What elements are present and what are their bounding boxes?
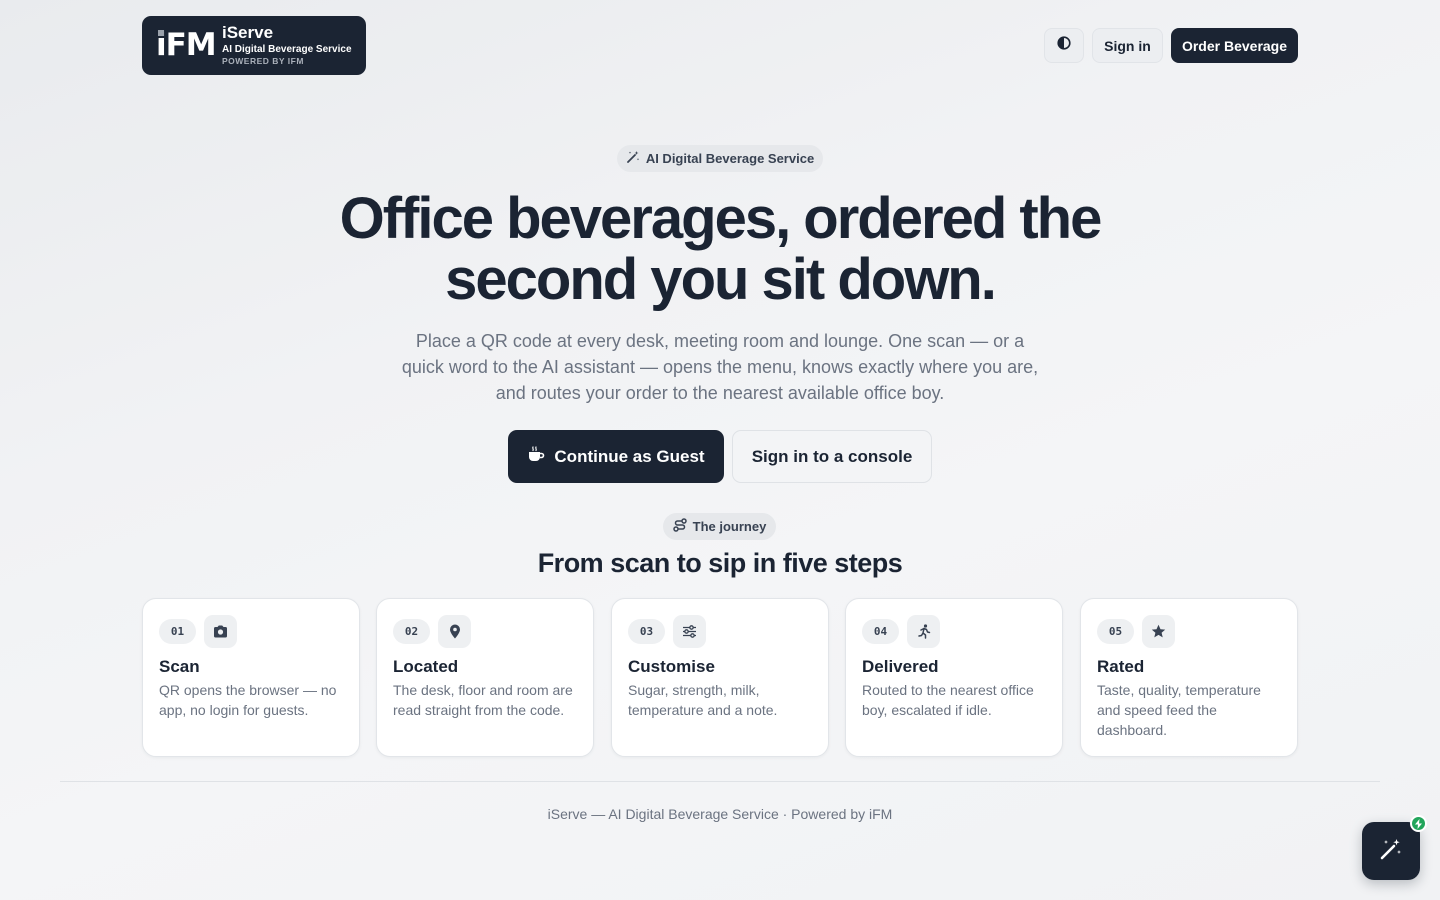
ifm-logo-mark: iFM (156, 27, 217, 63)
steps-list: 01 Scan QR opens the browser — no app, n… (142, 598, 1298, 757)
step-card-rated: 05 Rated Taste, quality, temperature and… (1080, 598, 1298, 757)
step-number: 05 (1097, 619, 1134, 644)
hero-title-line-1: Office beverages, ordered the (339, 186, 1103, 251)
ai-assistant-button[interactable] (1362, 815, 1427, 880)
step-card-delivered: 04 Delivered Routed to the nearest offic… (845, 598, 1063, 757)
logo-text: iServe AI Digital Beverage Service POWER… (222, 23, 352, 66)
step-card-customise: 03 Customise Sugar, strength, milk, temp… (611, 598, 829, 757)
map-pin-icon (438, 615, 471, 648)
theme-toggle-button[interactable] (1044, 28, 1084, 63)
step-title: Located (393, 657, 459, 676)
brand-logo[interactable]: iFM iServe AI Digital Beverage Service P… (142, 16, 366, 75)
step-title: Rated (1097, 657, 1145, 676)
step-description: QR opens the browser — no app, no login … (159, 682, 337, 718)
logo-powered-by: POWERED BY IFM (222, 56, 304, 66)
coffee-cup-icon (527, 446, 545, 467)
logo-subtitle: AI Digital Beverage Service (222, 44, 352, 55)
step-description: Taste, quality, temperature and speed fe… (1097, 682, 1261, 738)
magic-wand-icon (626, 150, 640, 167)
sliders-icon (673, 615, 706, 648)
order-beverage-button[interactable]: Order Beverage (1171, 28, 1298, 63)
running-person-icon (907, 615, 940, 648)
lightning-icon (1410, 815, 1427, 832)
magic-wand-icon (1379, 837, 1403, 866)
footer-text: iServe — AI Digital Beverage Service · P… (547, 806, 893, 822)
hero-title-line-2: second you sit down. (445, 247, 997, 312)
sign-in-console-button[interactable]: Sign in to a console (732, 430, 932, 483)
continue-as-guest-label: Continue as Guest (554, 446, 705, 466)
star-icon (1142, 615, 1175, 648)
step-description: Routed to the nearest office boy, escala… (862, 682, 1034, 718)
hero-title: Office beverages, ordered the second you… (220, 188, 1220, 310)
step-card-scan: 01 Scan QR opens the browser — no app, n… (142, 598, 360, 757)
step-title: Scan (159, 657, 200, 676)
step-number: 04 (862, 619, 899, 644)
step-title: Customise (628, 657, 715, 676)
step-description: Sugar, strength, milk, temperature and a… (628, 682, 778, 718)
camera-icon (204, 615, 237, 648)
steps-title: From scan to sip in five steps (537, 548, 903, 578)
footer-divider (60, 781, 1380, 782)
journey-badge: The journey (663, 513, 776, 540)
step-number: 01 (159, 619, 196, 644)
step-title: Delivered (862, 657, 939, 676)
step-number: 03 (628, 619, 665, 644)
step-card-located: 02 Located The desk, floor and room are … (376, 598, 594, 757)
header: iFM iServe AI Digital Beverage Service P… (142, 16, 1298, 75)
hero-badge-label: AI Digital Beverage Service (645, 151, 815, 166)
sign-in-button[interactable]: Sign in (1092, 28, 1163, 63)
route-icon (672, 518, 687, 535)
step-number: 02 (393, 619, 430, 644)
logo-title: iServe (222, 23, 274, 42)
step-description: The desk, floor and room are read straig… (393, 682, 573, 718)
contrast-icon (1057, 36, 1071, 55)
continue-as-guest-button[interactable]: Continue as Guest (508, 430, 724, 483)
hero-subtitle: Place a QR code at every desk, meeting r… (401, 331, 1039, 403)
journey-badge-label: The journey (692, 519, 767, 534)
hero-badge: AI Digital Beverage Service (617, 145, 823, 172)
